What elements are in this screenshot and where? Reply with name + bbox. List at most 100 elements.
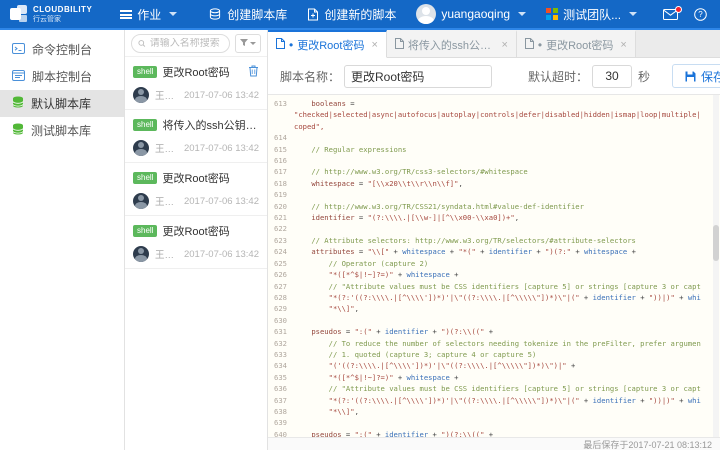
code-line[interactable]: 627 // "Attribute values must be CSS ide…	[268, 281, 720, 292]
sidebar-item[interactable]: 测试脚本库	[0, 117, 124, 144]
code-line[interactable]: 640 pseudos = ":(" + identifier + ")(?:\…	[268, 429, 720, 437]
code-line[interactable]: 616	[268, 155, 720, 166]
script-list-item[interactable]: shell更改Root密码王小曈在...2017-07-06 13:42	[125, 216, 267, 269]
code-line[interactable]: 613 booleans =	[268, 98, 720, 109]
line-number: 632	[268, 338, 294, 349]
editor-tab[interactable]: •更改Root密码×	[517, 30, 636, 57]
search-input[interactable]	[150, 38, 223, 49]
question-circle-icon: ?	[694, 8, 707, 21]
code-line[interactable]: 621 identifier = "(?:\\\\.|[\\w-]|[^\\x0…	[268, 212, 720, 223]
script-time: 2017-07-06 13:42	[184, 90, 259, 101]
brand-subname: 行云管家	[33, 16, 92, 23]
line-number: 635	[268, 372, 294, 383]
code-line[interactable]: 619	[268, 189, 720, 200]
script-title: 更改Root密码	[162, 170, 259, 186]
line-number: 631	[268, 326, 294, 337]
timeout-input[interactable]	[592, 65, 632, 88]
script-list-item[interactable]: shell更改Root密码王小曈2017-07-06 13:42	[125, 163, 267, 216]
code-line[interactable]: 635 "*([*^$|!~]?=)" + whitespace +	[268, 372, 720, 383]
messages-button[interactable]	[663, 9, 678, 20]
tab-close-icon[interactable]: ×	[371, 39, 377, 51]
sidebar-item[interactable]: 默认脚本库	[0, 90, 124, 117]
code-line[interactable]: 617 // http://www.w3.org/TR/css3-selecto…	[268, 166, 720, 177]
document-plus-icon	[307, 8, 319, 21]
user-name: yuangaoqing	[441, 7, 510, 21]
code-line[interactable]: 620 // http://www.w3.org/TR/CSS21/syndat…	[268, 201, 720, 212]
script-author: 王小曈	[155, 194, 178, 208]
code-line[interactable]: 626 "*([*^$|!~]?=)" + whitespace +	[268, 269, 720, 280]
script-name-input[interactable]	[344, 65, 492, 88]
script-list-item[interactable]: shell将传入的ssh公钥部署从指...王小曈2017-07-06 13:42	[125, 110, 267, 163]
code-line[interactable]: "checked|selected|async|autofocus|autopl…	[268, 109, 720, 120]
team-menu[interactable]: 测试团队...	[536, 0, 647, 29]
code-line[interactable]: 623 // Attribute selectors: http://www.w…	[268, 235, 720, 246]
code-line[interactable]: 639	[268, 417, 720, 428]
line-number: 623	[268, 235, 294, 246]
script-type-badge: shell	[133, 225, 157, 237]
code-line[interactable]: 624 attributes = "\\[" + whitespace + "*…	[268, 246, 720, 257]
status-bar: 最后保存于2017-07-21 08:13:12	[268, 437, 720, 450]
code-text: // Regular expressions	[294, 144, 720, 155]
line-number: 639	[268, 417, 294, 428]
line-number: 629	[268, 303, 294, 314]
code-line[interactable]: 618 whitespace = "[\\x20\\t\\r\\n\\f]",	[268, 178, 720, 189]
user-avatar	[416, 4, 436, 24]
scrollbar-thumb[interactable]	[713, 225, 719, 261]
line-number: 634	[268, 360, 294, 371]
save-button[interactable]: 保存	[672, 64, 720, 88]
tab-close-icon[interactable]: ×	[501, 39, 507, 51]
code-line[interactable]: 625 // Operator (capture 2)	[268, 258, 720, 269]
user-menu[interactable]: yuangaoqing	[406, 0, 536, 29]
code-line[interactable]: 632 // To reduce the number of selectors…	[268, 338, 720, 349]
filter-button[interactable]	[235, 34, 261, 53]
code-line[interactable]: 637 "*(?:'((?:\\\\.|[^\\\\'])*)'|\"((?:\…	[268, 395, 720, 406]
line-number: 620	[268, 201, 294, 212]
script-console-icon	[12, 70, 25, 84]
scrollbar-track	[713, 95, 719, 437]
line-number: 633	[268, 349, 294, 360]
code-text	[294, 417, 720, 428]
modified-indicator: •	[538, 39, 542, 51]
sidebar-item[interactable]: 命令控制台	[0, 36, 124, 63]
code-text	[294, 223, 720, 234]
editor-tab[interactable]: 将传入的ssh公钥...×	[387, 30, 517, 57]
code-line[interactable]: 634 "('((?:\\\\.|[^\\\\'])*)'|\"((?:\\\\…	[268, 360, 720, 371]
script-list-item[interactable]: shell更改Root密码王小曈2017-07-06 13:42	[125, 57, 267, 110]
create-library-button[interactable]: 创建脚本库	[199, 0, 297, 29]
jobs-menu[interactable]: 作业	[110, 0, 187, 29]
sidebar-item[interactable]: 脚本控制台	[0, 63, 124, 90]
code-text: // http://www.w3.org/TR/CSS21/syndata.ht…	[294, 201, 720, 212]
code-line[interactable]: 628 "*(?:'((?:\\\\.|[^\\\\'])*)'|\"((?:\…	[268, 292, 720, 303]
avatar	[133, 246, 149, 262]
delete-icon[interactable]	[248, 65, 259, 80]
code-text: "*([*^$|!~]?=)" + whitespace +	[294, 269, 720, 280]
code-line[interactable]: 622	[268, 223, 720, 234]
code-line[interactable]: 630	[268, 315, 720, 326]
script-author: 王小曈	[155, 88, 178, 102]
code-line[interactable]: 614	[268, 132, 720, 143]
help-button[interactable]: ?	[694, 8, 707, 21]
line-number: 616	[268, 155, 294, 166]
brand-name: CLOUDBILITY	[33, 6, 92, 14]
code-line[interactable]: 638 "*\\]",	[268, 406, 720, 417]
create-script-button[interactable]: 创建新的脚本	[297, 0, 406, 29]
code-line[interactable]: 629 "*\\]",	[268, 303, 720, 314]
code-editor[interactable]: 613 booleans ="checked|selected|async|au…	[268, 95, 720, 437]
editor-tab[interactable]: •更改Root密码×	[268, 30, 387, 58]
code-line[interactable]: 615 // Regular expressions	[268, 144, 720, 155]
code-line[interactable]: 631 pseudos = ":(" + identifier + ")(?:\…	[268, 326, 720, 337]
search-icon	[138, 39, 146, 48]
tab-close-icon[interactable]: ×	[620, 39, 626, 51]
line-number: 637	[268, 395, 294, 406]
sidebar-item-label: 测试脚本库	[31, 122, 91, 139]
script-title: 将传入的ssh公钥部署从指...	[162, 117, 259, 133]
brand-logo[interactable]: CLOUDBILITY 行云管家	[10, 5, 92, 23]
code-line[interactable]: coped",	[268, 121, 720, 132]
code-line[interactable]: 636 // "Attribute values must be CSS ide…	[268, 383, 720, 394]
code-line[interactable]: 633 // 1. quoted (capture 3; capture 4 o…	[268, 349, 720, 360]
code-text	[294, 189, 720, 200]
code-text: pseudos = ":(" + identifier + ")(?:\\(("…	[294, 326, 720, 337]
code-text: // "Attribute values must be CSS identif…	[294, 383, 720, 394]
script-time: 2017-07-06 13:42	[184, 143, 259, 154]
line-number: 614	[268, 132, 294, 143]
